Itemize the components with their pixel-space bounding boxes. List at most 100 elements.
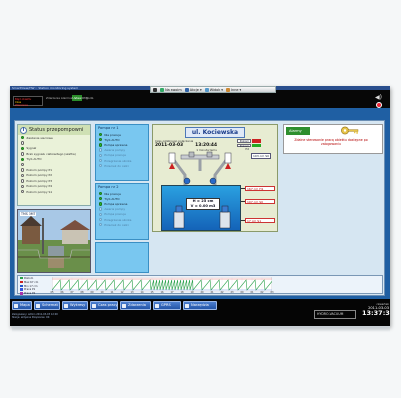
- legend-swatch-icon: [20, 284, 23, 287]
- status-label: Tryb AUTO: [104, 137, 120, 142]
- nav-button-chart[interactable]: Wykresy: [62, 301, 88, 310]
- status-led-icon: [99, 143, 103, 147]
- set-button[interactable]: Ustaw: [72, 95, 82, 101]
- trend-x-tick: 16: [160, 291, 164, 294]
- status-line: Zalogowany: admin 2011-03-03 12:00 Stacj…: [12, 313, 58, 319]
- pump-1-title: Pompa nr 1: [98, 126, 119, 130]
- level-label: Poziom H2: [237, 143, 251, 151]
- trend-x-tick: 21: [210, 291, 214, 294]
- trend-x-tick: 11: [110, 291, 114, 294]
- status-label: Sygnał: [26, 146, 37, 151]
- clock-time: 13:37:36: [362, 309, 390, 318]
- status-led-icon: [99, 148, 103, 152]
- toolbar-item-na-swoim[interactable]: Na swoim: [160, 87, 182, 92]
- chart-icon: [64, 303, 68, 308]
- trend-x-tick: 17: [170, 291, 174, 294]
- main-panel: i Status przepompowni Zasilanie sieciowe…: [14, 120, 385, 296]
- status-led-icon: [21, 162, 25, 167]
- trend-legend-item[interactable]: Praca P2: [20, 292, 48, 296]
- tools-icon: [185, 303, 189, 308]
- close-icon[interactable]: [153, 87, 157, 92]
- status-led-icon: [21, 141, 25, 145]
- status-led-icon: [21, 179, 25, 183]
- stop-icon[interactable]: [376, 102, 382, 108]
- pointer-icon: [160, 87, 164, 92]
- alarms-button[interactable]: Alarmy: [286, 127, 310, 135]
- status-led-icon: [99, 191, 103, 196]
- nav-button-schema[interactable]: Schemat: [34, 301, 60, 310]
- pump-2-title: Pompa nr 2: [98, 185, 119, 189]
- status-led-icon: [99, 153, 103, 158]
- speaker-icon[interactable]: ◀): [375, 95, 383, 101]
- trend-x-tick: 14: [140, 291, 144, 294]
- nav-button-clock[interactable]: Czas pracy: [90, 301, 118, 310]
- pump-2-list: Nie pracuje Tryb AUTO Pompa sprawna Awaria …: [96, 191, 148, 227]
- status-label: Zasilanie sieciowe: [26, 135, 53, 140]
- pump-2-panel: Pompa nr 2 Nie pracuje Tryb AUTO Pompa spr…: [95, 183, 149, 240]
- status-led-icon: [99, 164, 103, 168]
- status-label: Brak sygnału całkowitego (szafka): [26, 151, 76, 156]
- status-led-icon: [21, 168, 25, 172]
- status-label: Poziom pompy P4: [26, 184, 53, 189]
- view-icon: [204, 87, 209, 92]
- status-led-icon: [99, 158, 103, 163]
- nav-button-events[interactable]: Zdarzenia: [120, 301, 151, 310]
- status-led-icon: [99, 132, 103, 137]
- map-icon: [14, 303, 18, 308]
- pump-2-status-item: Przeciek do celki: [96, 222, 148, 227]
- wet-well-tank: H = 25 cm V = 0.00 m3: [161, 185, 241, 231]
- station-schematic: ul. Kociewska Czas ostatniego połączenia…: [152, 124, 278, 232]
- toolbar-item-inne[interactable]: Inne ▾: [225, 87, 241, 92]
- nav-button-tools[interactable]: Narzędzia: [183, 301, 217, 310]
- status-label: Nie pracuje: [104, 191, 121, 196]
- status-label: Przeciek do celki: [104, 222, 129, 227]
- remote-control-message: Zdalne sterowanie pracą obiektu dostępne…: [294, 138, 368, 146]
- tank-volume: V = 0.00 m3: [190, 204, 216, 208]
- level-marker-s1: 17 cm S1: [245, 218, 275, 223]
- status-label: Awaria pompy: [104, 207, 126, 212]
- trend-x-tick: 06: [60, 291, 64, 294]
- level-switch-1[interactable]: [252, 139, 261, 143]
- trend-x-tick: 19: [190, 291, 194, 294]
- nav-button-map[interactable]: Mapa: [12, 301, 32, 310]
- info-icon[interactable]: i: [20, 126, 27, 134]
- status-label: Pompa pracuje: [104, 212, 126, 217]
- status-led-icon: [99, 197, 103, 201]
- trend-x-tick: 12: [120, 291, 124, 294]
- pump-1-status-item: Przeciek do celki: [96, 163, 148, 168]
- status-label: Poziom pompy P1: [26, 168, 53, 173]
- status-label: Tryb AUTO: [104, 196, 120, 201]
- status-led-icon: [21, 146, 25, 151]
- clock-icon: [92, 303, 96, 308]
- trend-x-tick: 23: [230, 291, 234, 294]
- trend-x-tick: 18: [180, 291, 184, 294]
- trend-chart[interactable]: Poziom Max 67 cm Min 17 cm Praca P1 Praca P2…: [17, 275, 383, 296]
- trend-x-tick: 02: [260, 291, 264, 294]
- level-switch-2[interactable]: [252, 143, 261, 148]
- trend-x-tick: 08: [80, 291, 84, 294]
- toolbar-item-widok[interactable]: Widok ▾: [204, 87, 223, 92]
- photo-label: TMS 3MT: [20, 212, 37, 216]
- trend-x-tick: 09: [90, 291, 94, 294]
- trend-x-tick: 20: [200, 291, 204, 294]
- level-marker-h1: 167 cm H1: [245, 186, 275, 191]
- bottom-nav: Mapa Schemat Wykresy Czas pracy Zdarzenia GPR…: [10, 299, 390, 326]
- alarm-line: Zdarzenie: [15, 104, 28, 107]
- station-photo[interactable]: TMS 3MT: [17, 209, 91, 273]
- status-label: Poziom pompy P3: [26, 178, 53, 183]
- pump-1-panel: Pompa nr 1 Nie pracuje Tryb AUTO Pompa spr…: [95, 124, 149, 181]
- toolbar-item-akcje[interactable]: Akcje ▾: [184, 87, 202, 92]
- key-icon[interactable]: [340, 126, 360, 135]
- level-label: Poziom H1: [237, 139, 251, 147]
- actions-icon: [184, 87, 189, 92]
- nav-button-gprs[interactable]: GPRS: [153, 301, 181, 310]
- trend-x-tick: 22: [220, 291, 224, 294]
- alarm-list[interactable]: Błąd obiektu Czas Zdarzenie: [13, 96, 43, 107]
- status-led-icon: [99, 212, 103, 217]
- trend-x-tick: 03: [270, 291, 274, 294]
- trend-x-tick: 10: [100, 291, 104, 294]
- app-window: SmartView/HW :: Station monitoring syste…: [10, 86, 390, 326]
- trend-plot: [52, 277, 272, 292]
- status-label: Pompa sprawna: [104, 201, 128, 206]
- legend-swatch-icon: [20, 280, 23, 284]
